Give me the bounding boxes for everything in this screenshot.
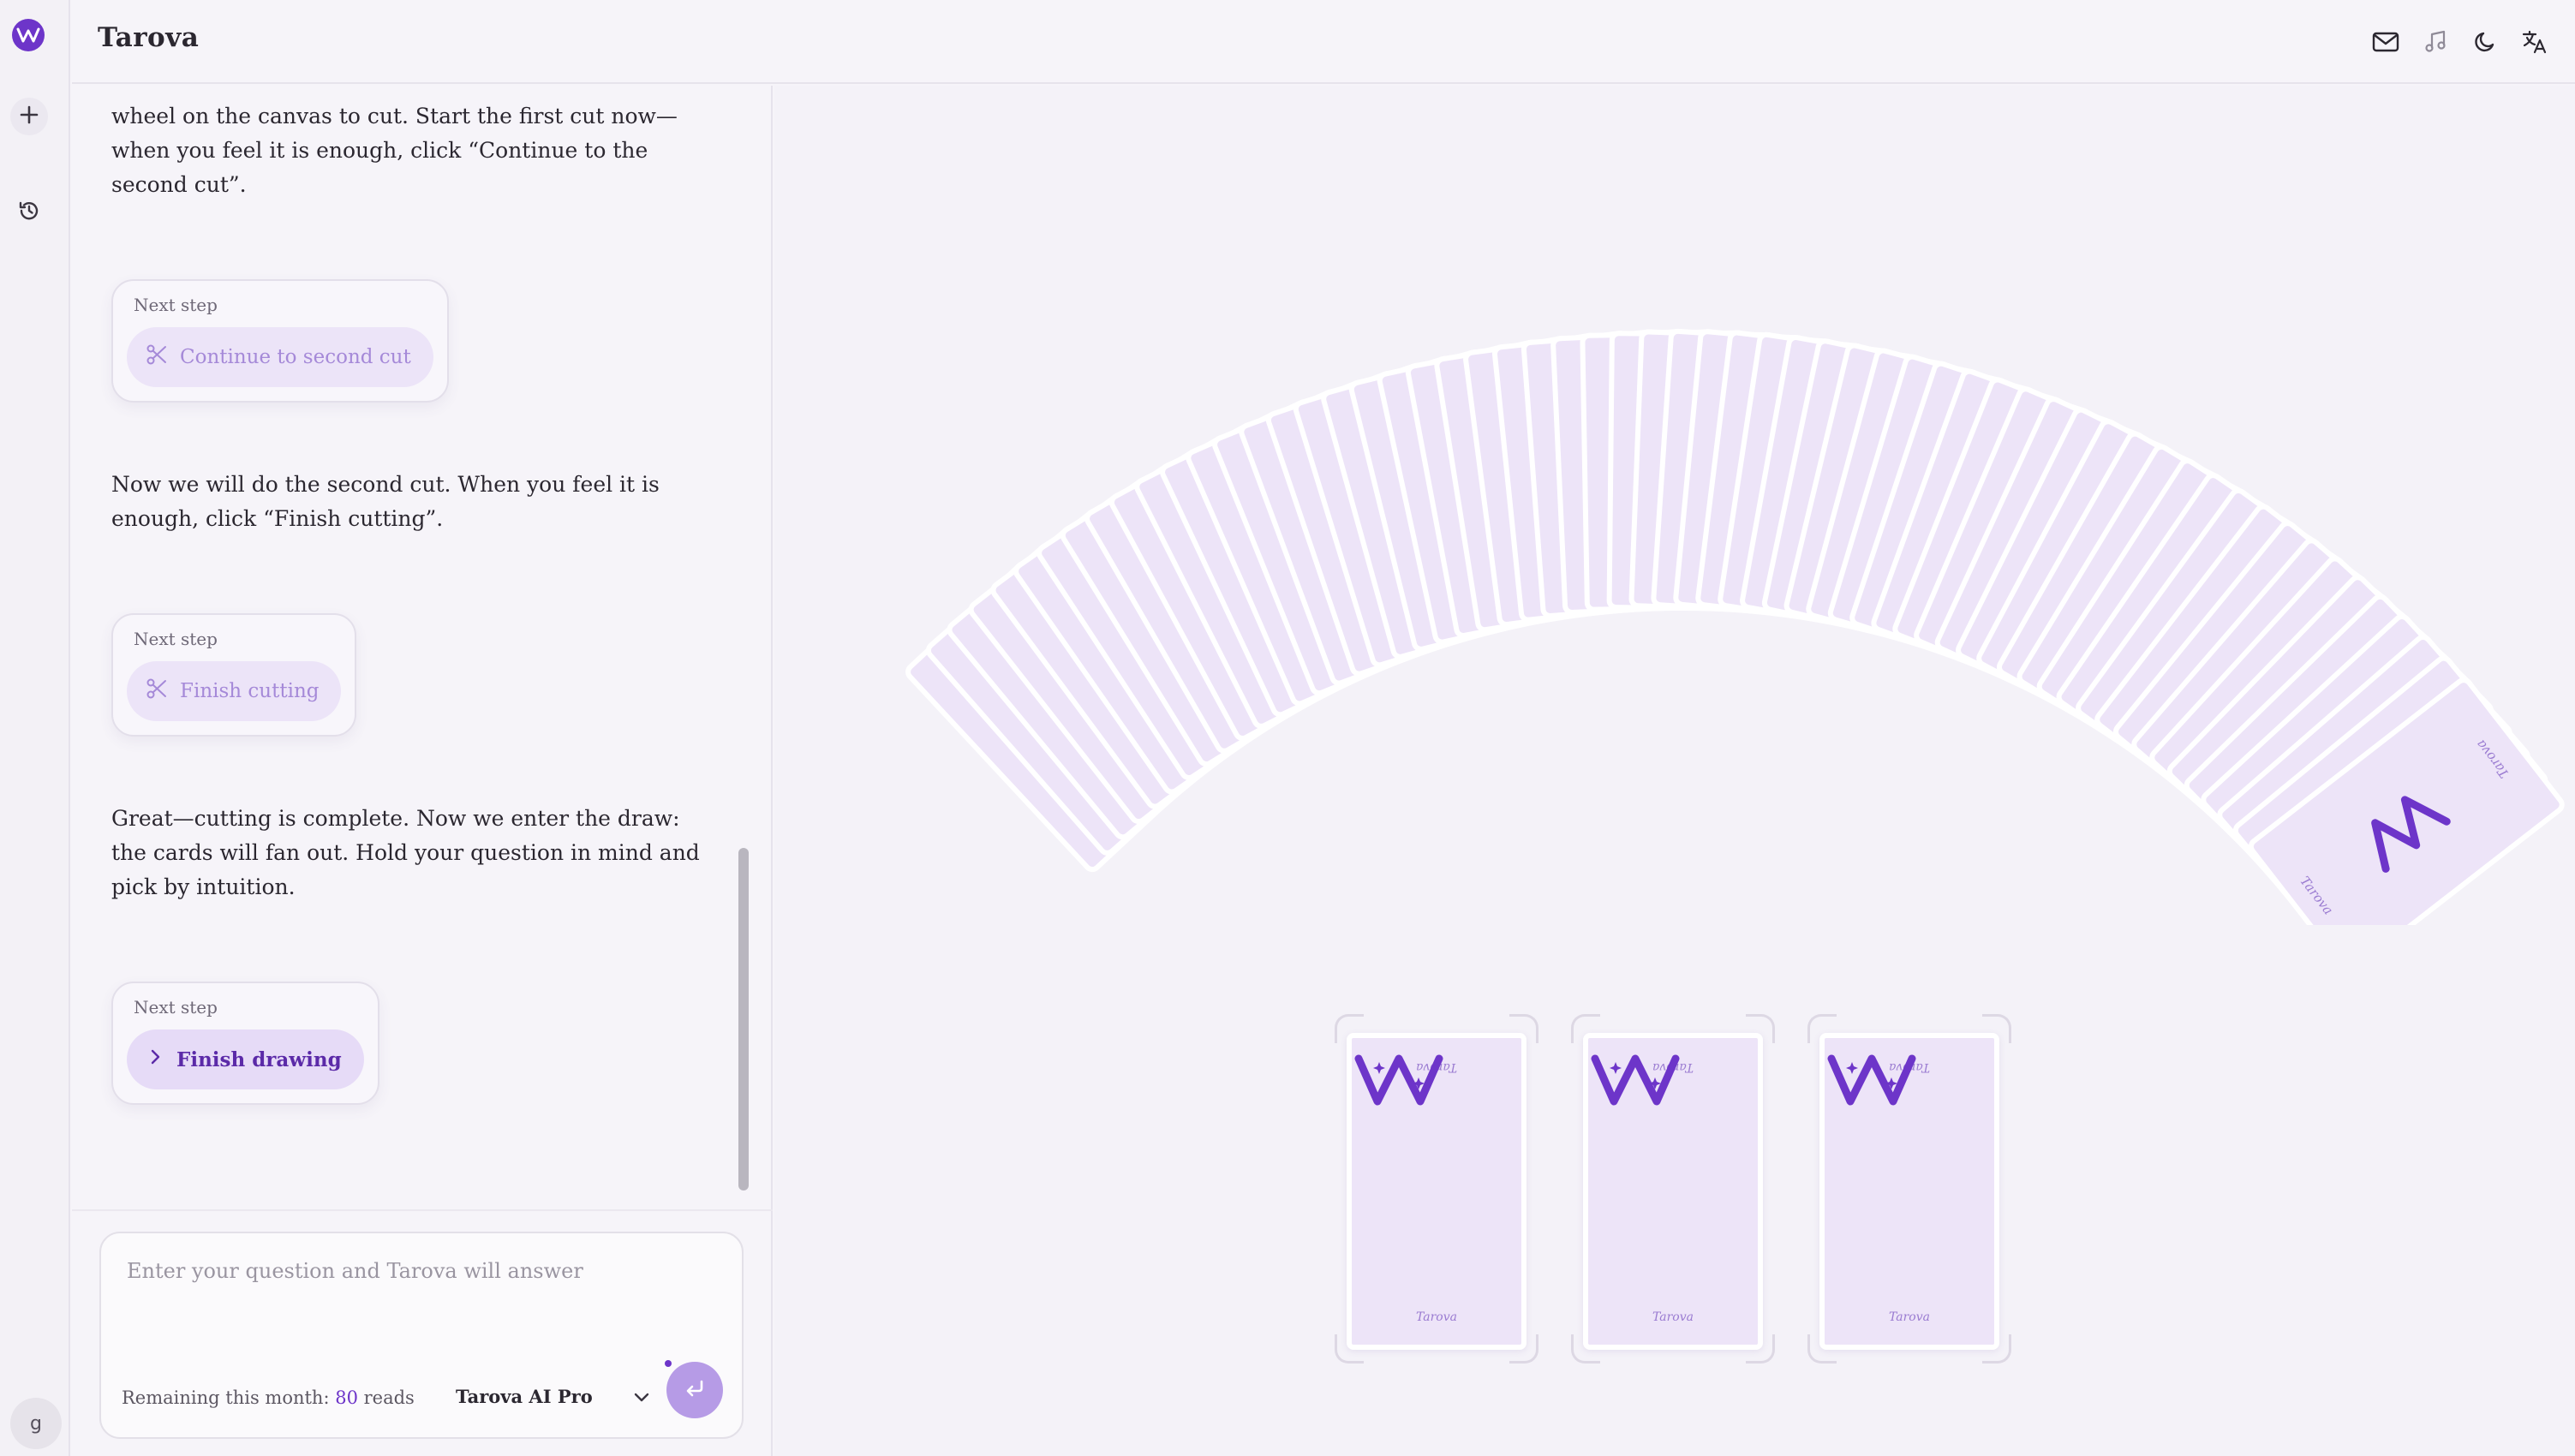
assistant-message: wheel on the canvas to cut. Start the fi… <box>111 104 678 197</box>
finish-drawing-button[interactable]: Finish drawing <box>127 1029 364 1089</box>
card-logo-icon <box>1827 1054 1916 1106</box>
assistant-message: Great—cutting is complete. Now we enter … <box>111 806 700 899</box>
enter-icon <box>682 1375 708 1405</box>
chevron-down-icon[interactable] <box>629 1384 654 1410</box>
scissors-icon <box>146 677 168 705</box>
notification-dot <box>665 1360 672 1367</box>
selected-card-slot[interactable]: Tarova Tarova <box>1571 1014 1775 1364</box>
next-step-label: Next step <box>134 629 218 649</box>
history-button[interactable] <box>10 194 48 231</box>
chat-scrollbar[interactable] <box>738 848 749 1190</box>
finish-cutting-button[interactable]: Finish cutting <box>127 661 342 721</box>
next-step-label: Next step <box>134 997 218 1017</box>
plus-icon <box>18 104 40 129</box>
quota-text: Remaining this month: 80 reads <box>122 1387 415 1408</box>
left-rail: g <box>0 0 70 1456</box>
composer: Remaining this month: 80 reads Tarova AI… <box>99 1232 744 1439</box>
tarot-canvas[interactable]: Tarova Tarova Tarova Tarova Tarova Tarova… <box>774 86 2575 1456</box>
selected-card-slot[interactable]: Tarova Tarova <box>1335 1014 1538 1364</box>
question-input[interactable] <box>127 1259 718 1283</box>
card-fan[interactable]: TarovaTarova <box>774 86 2575 925</box>
translate-icon[interactable] <box>2517 24 2553 60</box>
next-step-card: Next step Continue to second cut <box>111 279 449 403</box>
next-step-card: Next step Finish cutting <box>111 613 357 737</box>
selected-card: Tarova Tarova <box>1347 1033 1526 1350</box>
selected-card: Tarova Tarova <box>1583 1033 1763 1350</box>
mail-icon[interactable] <box>2368 24 2404 60</box>
divider <box>72 1209 773 1211</box>
scissors-icon <box>146 343 168 371</box>
chat-panel: wheel on the canvas to cut. Start the fi… <box>72 86 773 1456</box>
new-chat-button[interactable] <box>10 98 48 135</box>
selected-card-slot[interactable]: Tarova Tarova <box>1807 1014 2011 1364</box>
history-icon <box>16 198 42 227</box>
selected-card: Tarova Tarova <box>1819 1033 1999 1350</box>
send-button[interactable] <box>666 1362 723 1418</box>
card-brand: Tarova <box>1652 1310 1694 1324</box>
card-brand: Tarova <box>1416 1310 1457 1324</box>
moon-icon[interactable] <box>2467 24 2503 60</box>
chat-scroll-area[interactable]: wheel on the canvas to cut. Start the fi… <box>72 86 749 1208</box>
page-title: Tarova <box>98 22 200 53</box>
next-step-label: Next step <box>134 295 218 315</box>
continue-second-cut-button[interactable]: Continue to second cut <box>127 327 433 387</box>
card-brand: Tarova <box>1889 1310 1930 1324</box>
logo-icon[interactable] <box>12 19 45 51</box>
next-step-card: Next step Finish drawing <box>111 982 379 1105</box>
avatar[interactable]: g <box>10 1398 62 1449</box>
music-icon[interactable] <box>2417 24 2453 60</box>
quota-count: 80 <box>335 1387 358 1408</box>
top-header: Tarova <box>72 0 2575 84</box>
assistant-message: Now we will do the second cut. When you … <box>111 472 660 531</box>
card-logo-icon <box>1354 1054 1443 1106</box>
chevron-right-icon <box>146 1047 164 1071</box>
card-logo-icon <box>1591 1054 1680 1106</box>
model-selector[interactable]: Tarova AI Pro <box>456 1386 593 1407</box>
